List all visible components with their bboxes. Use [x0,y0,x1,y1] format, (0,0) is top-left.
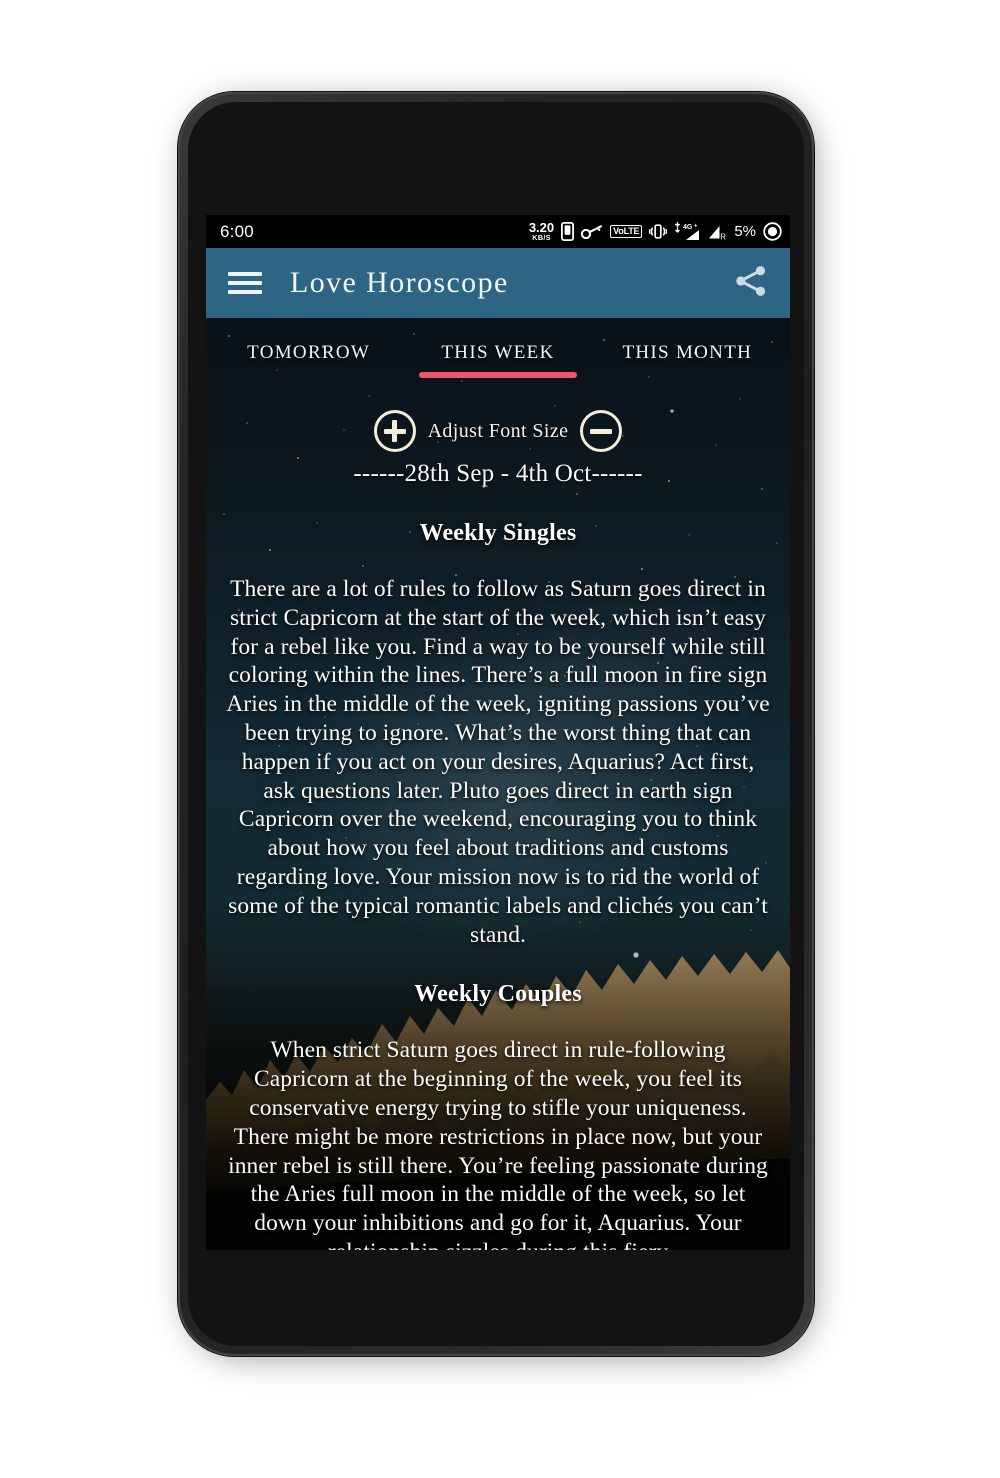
font-size-control: Adjust Font Size [220,410,776,452]
plus-circle-icon[interactable] [373,410,416,452]
screenshot-stage: 6:00 3.20 KB/S VoLTE 4G + R 5% Love Horo… [0,0,1000,1478]
phone-screen: 6:00 3.20 KB/S VoLTE 4G + R 5% Love Horo… [206,215,790,1250]
adjust-font-size-label: Adjust Font Size [427,419,569,442]
network-speed-unit: KB/S [532,233,551,243]
signal-roaming-icon: R [709,226,727,242]
status-bar-clock: 6:00 [220,221,254,241]
network-speed-indicator: 3.20 KB/S [529,221,554,242]
roaming-label: R [721,233,727,242]
page-title: Love Horoscope [290,266,509,299]
vibrate-icon [649,224,668,239]
volte-icon: VoLTE [610,225,643,238]
section-title-weekly-singles: Weekly Singles [419,520,577,546]
hamburger-menu-icon[interactable] [228,267,262,299]
status-bar: 6:00 3.20 KB/S VoLTE 4G + R 5% [206,215,790,248]
app-bar: Love Horoscope [206,248,790,318]
section-body-weekly-singles: There are a lot of rules to follow as Sa… [226,576,770,948]
tab-this-month[interactable]: THIS MONTH [593,318,782,388]
content-scroll-area[interactable]: TOMORROW THIS WEEK THIS MONTH Adjust Fon… [206,318,790,1250]
tab-label: TOMORROW [247,342,371,363]
tab-this-week[interactable]: THIS WEEK [403,318,592,388]
tab-tomorrow[interactable]: TOMORROW [214,318,403,388]
tab-bar: TOMORROW THIS WEEK THIS MONTH [206,318,790,388]
section-title-weekly-couples: Weekly Couples [414,981,582,1008]
date-range-label: ------28th Sep - 4th Oct------ [353,460,643,487]
horoscope-content: TOMORROW THIS WEEK THIS MONTH Adjust Fon… [206,318,790,1250]
active-tab-indicator [419,372,577,378]
section-body-weekly-couples: When strict Saturn goes direct in rule-f… [228,1037,768,1250]
tab-label: THIS MONTH [622,342,753,363]
battery-percent-label: 5% [734,223,756,240]
signal-4g-plus-icon: 4G + [675,222,700,240]
tab-label: THIS WEEK [441,342,555,363]
svg-text:+: + [694,224,698,230]
minus-circle-icon[interactable] [580,410,623,452]
sim-card-icon [561,222,575,241]
status-bar-icons: 3.20 KB/S VoLTE 4G + R 5% [529,221,782,242]
svg-text:4G: 4G [683,224,693,231]
battery-icon [763,222,782,241]
vpn-key-icon [581,224,603,239]
share-icon[interactable] [732,262,770,305]
